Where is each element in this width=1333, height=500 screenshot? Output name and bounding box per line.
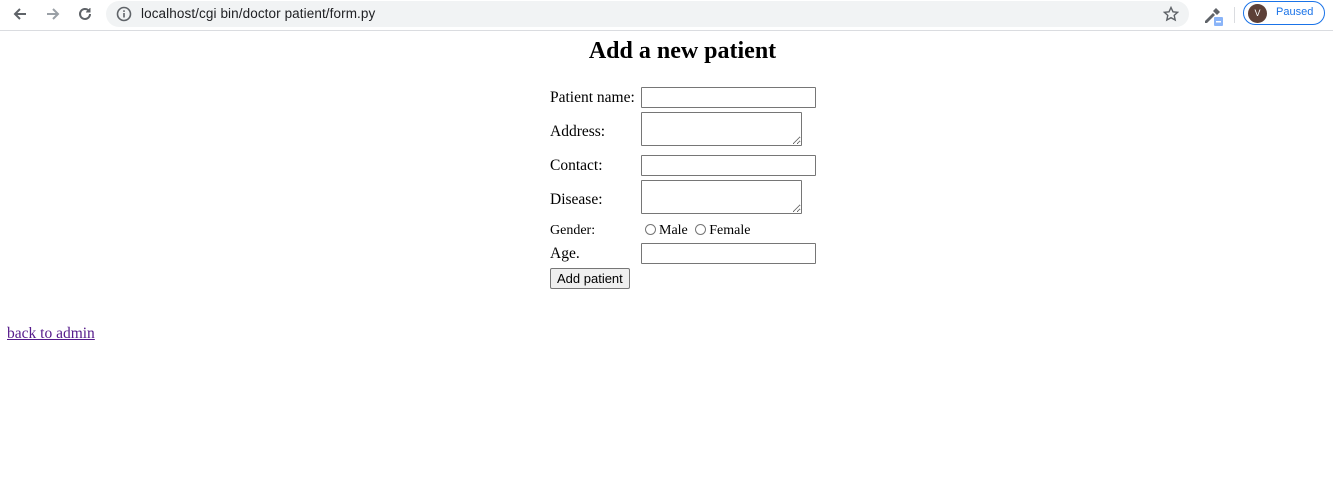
back-arrow-icon bbox=[13, 8, 26, 20]
gender-label: Gender: bbox=[550, 223, 596, 238]
back-to-admin-link[interactable]: back to admin bbox=[7, 325, 95, 343]
toolbar-divider bbox=[1234, 7, 1235, 23]
disease-textarea[interactable] bbox=[641, 180, 802, 214]
gender-female-radio[interactable] bbox=[695, 224, 707, 235]
address-bar[interactable]: localhost/cgi bin/doctor patient/form.py bbox=[106, 1, 1189, 27]
patient-name-label: Patient name: bbox=[550, 88, 635, 106]
bookmark-star-icon[interactable] bbox=[1163, 6, 1179, 22]
gender-male-label: Male bbox=[659, 223, 688, 238]
eyedropper-extension-icon bbox=[1205, 8, 1223, 26]
patient-name-input[interactable] bbox=[641, 87, 816, 108]
page-title: Add a new patient bbox=[588, 38, 777, 64]
contact-input[interactable] bbox=[641, 155, 816, 176]
age-input[interactable] bbox=[641, 243, 816, 264]
add-patient-button[interactable]: Add patient bbox=[550, 268, 630, 289]
contact-label: Contact: bbox=[550, 156, 603, 174]
reload-icon bbox=[79, 7, 91, 20]
disease-label: Disease: bbox=[550, 190, 603, 208]
age-label: Age. bbox=[550, 244, 580, 262]
gender-female-label: Female bbox=[709, 223, 751, 238]
avatar: V bbox=[1248, 4, 1267, 23]
forward-button[interactable] bbox=[40, 3, 66, 25]
address-textarea[interactable] bbox=[641, 112, 802, 146]
address-label: Address: bbox=[550, 122, 606, 140]
profile-button[interactable]: V Paused bbox=[1243, 1, 1325, 25]
info-icon[interactable] bbox=[116, 6, 132, 22]
patient-form: Patient name: Address: Contact: Disease:… bbox=[547, 84, 819, 292]
browser-toolbar: localhost/cgi bin/doctor patient/form.py… bbox=[0, 0, 1333, 31]
reload-button[interactable] bbox=[72, 3, 98, 25]
profile-status: Paused bbox=[1276, 6, 1314, 18]
gender-male-radio[interactable] bbox=[645, 224, 656, 235]
forward-arrow-icon bbox=[47, 8, 60, 20]
url-text: localhost/cgi bin/doctor patient/form.py bbox=[141, 6, 376, 21]
back-button[interactable] bbox=[7, 3, 33, 25]
extension-button[interactable] bbox=[1201, 4, 1225, 28]
